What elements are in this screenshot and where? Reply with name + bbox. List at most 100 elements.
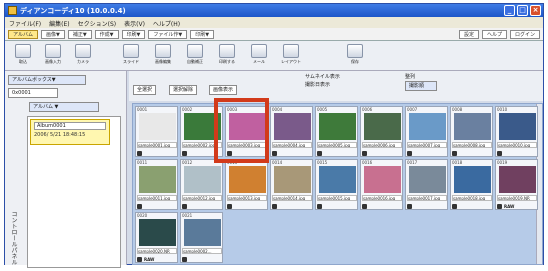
thumb-number: 0007 — [407, 107, 418, 112]
album-name: Album0001 — [34, 122, 106, 130]
camera-icon — [137, 150, 142, 156]
thumb-filename: sample0010.jpg — [497, 142, 537, 148]
date-checkbox[interactable]: 撮影日表示 — [305, 81, 330, 88]
slide-button[interactable]: スライド — [117, 44, 145, 68]
thumbnail-item[interactable]: 0020 sample0020.NR RAW — [135, 212, 178, 263]
album-item[interactable]: Album0001 2006/ 5/21 18:48:15 — [30, 119, 110, 145]
close-button[interactable]: × — [530, 5, 541, 16]
thumb-image — [139, 113, 176, 140]
thumb-display-label: サムネイル表示 — [305, 74, 340, 80]
thumb-image — [229, 166, 266, 193]
print-button[interactable]: 印刷する — [213, 44, 241, 68]
thumb-image — [139, 219, 176, 246]
thumb-number: 0021 — [182, 213, 193, 218]
sort-select[interactable]: 撮影順 — [405, 81, 437, 91]
thumb-icons — [137, 203, 177, 209]
layout-button[interactable]: レイアウト — [277, 44, 305, 68]
tab-correct[interactable]: 補正▼ — [67, 30, 92, 39]
thumb-number: 0002 — [182, 107, 193, 112]
maximize-button[interactable]: □ — [517, 5, 528, 16]
thumbnail-item[interactable]: 0018 sample0018.jpg — [450, 159, 493, 210]
raw-badge: RAW — [144, 256, 155, 262]
menu-section[interactable]: セクション(S) — [78, 19, 117, 28]
thumb-icons — [407, 203, 447, 209]
layout-icon — [283, 44, 299, 58]
menu-help[interactable]: ヘルプ(H) — [153, 19, 180, 28]
thumb-number: 0020 — [137, 213, 148, 218]
thumbnail-item[interactable]: 0016 sample0016.jpg — [360, 159, 403, 210]
thumb-number: 0014 — [272, 160, 283, 165]
thumb-icons — [272, 150, 312, 156]
menu-file[interactable]: ファイル(F) — [9, 19, 41, 28]
tab-create[interactable]: 作成▼ — [94, 30, 119, 39]
view-button[interactable]: 画像表示 — [209, 85, 238, 95]
import-button[interactable]: 画像入力 — [39, 44, 67, 68]
album-header[interactable]: アルバム ▼ — [29, 102, 99, 112]
thumb-filename: sample0016.jpg — [362, 195, 402, 201]
thumbnail-item[interactable]: 0005 sample0005.jpg — [315, 106, 358, 157]
album-open-button[interactable]: 取込 — [9, 44, 37, 68]
thumbnail-item[interactable]: 0011 sample0011.jpg — [135, 159, 178, 210]
thumb-number: 0006 — [362, 107, 373, 112]
thumb-number: 0001 — [137, 107, 148, 112]
thumbnail-item[interactable]: 0021 sample0002... — [180, 212, 223, 263]
thumbnail-item[interactable]: 0001 sample0001.jpg — [135, 106, 178, 157]
app-window: ディアンコーディ10 (10.0.0.4) _ □ × ファイル(F) 編集(E… — [4, 3, 544, 268]
tab-print-2[interactable]: 印刷▼ — [190, 30, 215, 39]
auto-fix-button[interactable]: 自動補正 — [181, 44, 209, 68]
tab-help[interactable]: ヘルプ — [481, 30, 507, 39]
thumbnail-item[interactable]: 0012 sample0012.jpg — [180, 159, 223, 210]
minimize-button[interactable]: _ — [504, 5, 515, 16]
deselect-button[interactable]: 選択解除 — [169, 85, 198, 95]
thumbnail-item[interactable]: 0014 sample0014.jpg — [270, 159, 313, 210]
menu-view[interactable]: 表示(V) — [124, 19, 145, 28]
select-all-button[interactable]: 全選択 — [133, 85, 157, 95]
thumb-filename: sample0014.jpg — [272, 195, 312, 201]
camera-icon — [182, 150, 187, 156]
thumb-icons — [497, 150, 537, 156]
thumb-filename: sample0018.jpg — [452, 195, 492, 201]
thumbnail-item[interactable]: 0010 sample0010.jpg — [495, 106, 538, 157]
thumbnail-item[interactable]: 0015 sample0015.jpg — [315, 159, 358, 210]
tab-print[interactable]: 印刷▼ — [121, 30, 146, 39]
thumb-icons — [362, 203, 402, 209]
thumbnail-item[interactable]: 0008 sample0008.jpg — [450, 106, 493, 157]
sort-label: 整列 — [405, 74, 416, 80]
menu-edit[interactable]: 編集(E) — [49, 19, 69, 28]
thumbnail-item[interactable]: 0019 sample0019.NR RAW — [495, 159, 538, 210]
thumb-icons — [452, 150, 492, 156]
thumb-image — [409, 113, 446, 140]
thumb-filename: sample0004.jpg — [272, 142, 312, 148]
scan-button[interactable]: カメラ — [69, 44, 97, 68]
tab-album[interactable]: アルバム — [8, 30, 38, 39]
thumb-filename: sample0008.jpg — [452, 142, 492, 148]
thumb-filename: sample0015.jpg — [317, 195, 357, 201]
tab-login[interactable]: ログイン — [509, 30, 540, 39]
camera-icon — [497, 150, 502, 156]
slideshow-icon — [123, 44, 139, 58]
thumbnail-item[interactable]: 0006 sample0006.jpg — [360, 106, 403, 157]
thumb-icons — [317, 203, 357, 209]
hold-button[interactable]: 保存 — [341, 44, 369, 68]
thumb-icons — [182, 256, 222, 262]
thumb-filename: sample0002... — [182, 248, 222, 254]
thumbnail-item[interactable]: 0013 sample0013.jpg — [225, 159, 268, 210]
thumb-filename: sample0019.NR — [497, 195, 537, 201]
thumbnail-item[interactable]: 0017 sample0017.jpg — [405, 159, 448, 210]
title-bar: ディアンコーディ10 (10.0.0.4) _ □ × — [5, 4, 543, 17]
mode-select[interactable]: アルバムボックス▼ — [8, 75, 86, 85]
tab-file[interactable]: ファイル作▼ — [148, 30, 188, 39]
thumbnail-item[interactable]: 0004 sample0004.jpg — [270, 106, 313, 157]
thumb-number: 0004 — [272, 107, 283, 112]
thumb-icons — [362, 150, 402, 156]
thumb-icons — [317, 150, 357, 156]
thumb-filename: sample0005.jpg — [317, 142, 357, 148]
mail-button[interactable]: メール — [245, 44, 273, 68]
edit-button[interactable]: 画像編集 — [149, 44, 177, 68]
id-field[interactable]: 0x0001 — [8, 88, 58, 98]
thumb-number: 0011 — [137, 160, 148, 165]
tab-settings[interactable]: 設定 — [458, 30, 479, 39]
tab-image[interactable]: 画像▼ — [40, 30, 65, 39]
thumbnail-item[interactable]: 0007 sample0007.jpg — [405, 106, 448, 157]
thumb-image — [499, 113, 536, 140]
